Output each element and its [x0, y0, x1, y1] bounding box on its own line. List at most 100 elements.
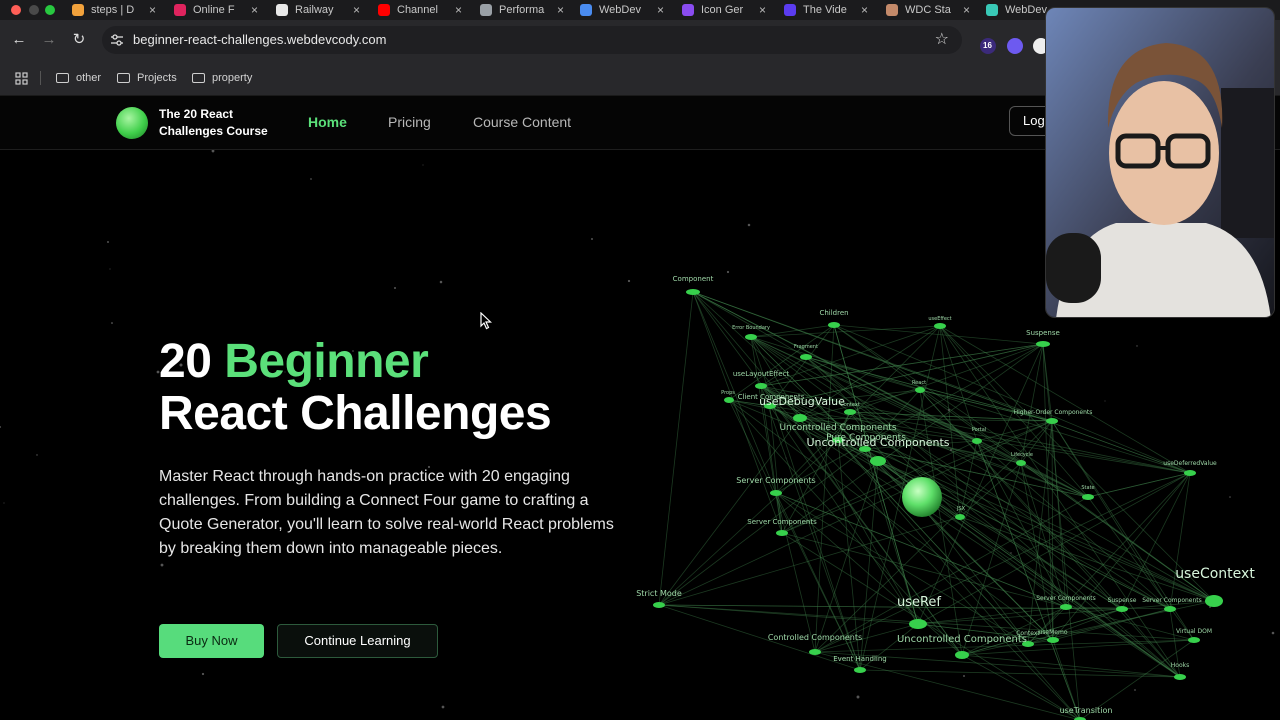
graph-node[interactable]: [915, 387, 925, 393]
browser-tab[interactable]: WDC Sta ×: [886, 0, 970, 20]
graph-node[interactable]: [934, 323, 946, 329]
nav-home[interactable]: Home: [308, 114, 347, 130]
extension-icon[interactable]: 16: [980, 38, 996, 54]
apps-grid-icon[interactable]: [15, 72, 28, 85]
tab-close-icon[interactable]: ×: [455, 3, 462, 17]
back-arrow-icon[interactable]: ←: [9, 30, 29, 50]
graph-node[interactable]: [745, 334, 757, 340]
graph-node-label: useDebugValue: [759, 395, 845, 408]
buy-now-button[interactable]: Buy Now: [159, 624, 264, 658]
background-star: [36, 454, 38, 456]
graph-node[interactable]: [770, 490, 782, 496]
graph-node[interactable]: [1188, 637, 1200, 643]
tab-close-icon[interactable]: ×: [149, 3, 156, 17]
graph-node[interactable]: [800, 354, 812, 360]
background-star: [439, 280, 443, 284]
browser-tab[interactable]: Performa ×: [480, 0, 564, 20]
graph-node[interactable]: [1174, 674, 1186, 680]
graph-node-label: Higher-Order Components: [1014, 409, 1093, 416]
graph-edge: [658, 448, 866, 606]
tab-favicon-icon: [378, 4, 390, 16]
brand-name[interactable]: The 20 React Challenges Course: [159, 106, 289, 140]
graph-node-label: Event Handling: [833, 655, 886, 663]
url-text: beginner-react-challenges.webdevcody.com: [133, 32, 387, 47]
graph-node[interactable]: [1046, 418, 1058, 424]
graph-node[interactable]: [776, 530, 788, 536]
graph-node[interactable]: [844, 409, 856, 415]
background-star: [422, 164, 424, 166]
graph-node[interactable]: [809, 649, 821, 655]
graph-node[interactable]: [972, 438, 982, 444]
logo-sphere-icon[interactable]: [116, 107, 148, 139]
tab-close-icon[interactable]: ×: [251, 3, 258, 17]
background-star: [1104, 400, 1106, 402]
graph-node[interactable]: [1184, 470, 1196, 476]
nav-pricing[interactable]: Pricing: [388, 114, 431, 130]
minimize-window-button[interactable]: [29, 5, 39, 15]
tab-close-icon[interactable]: ×: [963, 3, 970, 17]
tab-close-icon[interactable]: ×: [759, 3, 766, 17]
graph-node[interactable]: [1205, 595, 1223, 607]
graph-node-label: Uncontrolled Components: [779, 423, 896, 433]
graph-node[interactable]: [1116, 606, 1128, 612]
tab-title: steps | D: [91, 4, 135, 16]
graph-node[interactable]: [724, 397, 734, 403]
browser-tab[interactable]: Railway ×: [276, 0, 360, 20]
graph-node[interactable]: [653, 602, 665, 608]
browser-tab[interactable]: Icon Ger ×: [682, 0, 766, 20]
continue-learning-button[interactable]: Continue Learning: [277, 624, 438, 658]
graph-node[interactable]: [755, 383, 767, 389]
graph-node-label: Portal: [972, 427, 986, 433]
nav-course-content[interactable]: Course Content: [473, 114, 571, 130]
graph-node-label: Controlled Components: [768, 633, 862, 642]
background-star: [856, 695, 860, 699]
graph-edge: [658, 291, 694, 606]
tab-close-icon[interactable]: ×: [557, 3, 564, 17]
tab-close-icon[interactable]: ×: [861, 3, 868, 17]
folder-icon: [192, 73, 205, 83]
close-window-button[interactable]: [11, 5, 21, 15]
graph-node[interactable]: [909, 619, 927, 629]
tab-close-icon[interactable]: ×: [353, 3, 360, 17]
graph-node[interactable]: [1047, 637, 1059, 643]
background-star: [785, 457, 787, 459]
tab-close-icon[interactable]: ×: [657, 3, 664, 17]
browser-tab[interactable]: WebDev ×: [580, 0, 664, 20]
browser-tab[interactable]: Channel ×: [378, 0, 462, 20]
reload-icon[interactable]: ↻: [69, 30, 89, 50]
browser-tab[interactable]: The Vide ×: [784, 0, 868, 20]
graph-node[interactable]: [1060, 604, 1072, 610]
graph-node[interactable]: [854, 667, 866, 673]
site-settings-icon[interactable]: [110, 33, 124, 47]
bookmark-folder-property[interactable]: property: [192, 72, 252, 84]
browser-tab[interactable]: steps | D ×: [72, 0, 156, 20]
graph-node[interactable]: [793, 414, 807, 422]
bookmark-star-icon[interactable]: ☆: [935, 29, 949, 49]
tab-title: Online F: [193, 4, 235, 16]
graph-node[interactable]: [828, 322, 840, 328]
graph-node[interactable]: [870, 456, 886, 466]
graph-node[interactable]: [955, 651, 969, 659]
central-sphere-node[interactable]: [902, 477, 942, 517]
extension-icon[interactable]: [1007, 38, 1023, 54]
graph-node[interactable]: [1016, 460, 1026, 466]
graph-node[interactable]: [1036, 341, 1050, 347]
background-star: [0, 426, 1, 428]
forward-arrow-icon[interactable]: →: [39, 30, 59, 50]
background-star: [107, 241, 109, 243]
graph-node[interactable]: [686, 289, 700, 295]
graph-node[interactable]: [1082, 494, 1094, 500]
graph-node[interactable]: [1164, 606, 1176, 612]
maximize-window-button[interactable]: [45, 5, 55, 15]
graph-node[interactable]: [955, 514, 965, 520]
hero-title: 20 Beginner React Challenges: [159, 335, 552, 440]
webcam-overlay: [1045, 7, 1275, 318]
address-bar[interactable]: beginner-react-challenges.webdevcody.com…: [102, 26, 962, 54]
hero-title-accent: Beginner: [224, 335, 429, 388]
bookmark-folder-projects[interactable]: Projects: [117, 72, 177, 84]
background-star: [726, 270, 730, 274]
bookmark-folder-other[interactable]: other: [56, 72, 101, 84]
browser-tab[interactable]: Online F ×: [174, 0, 258, 20]
hero-description: Master React through hands-on practice w…: [159, 468, 614, 557]
background-star: [1136, 345, 1138, 347]
